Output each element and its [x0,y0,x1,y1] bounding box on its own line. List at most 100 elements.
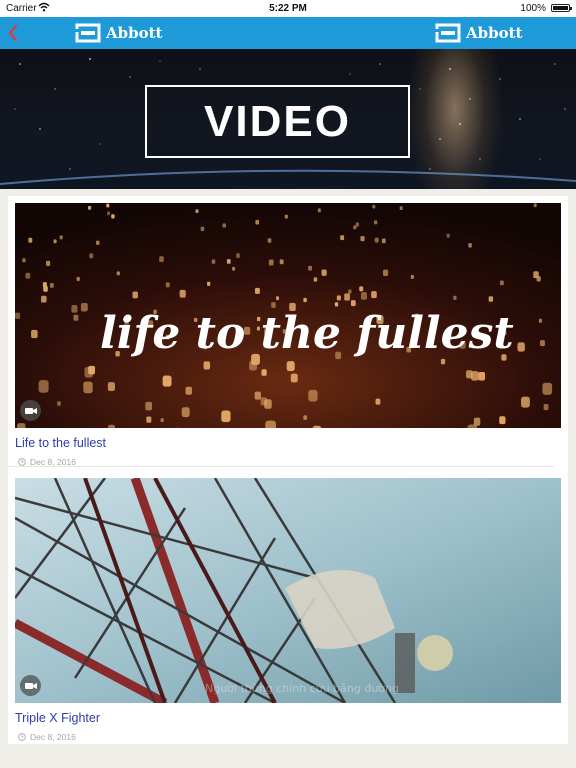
lantern-decoration [71,305,78,313]
lantern-decoration [344,293,350,301]
lantern-decoration [360,292,367,300]
clock-time: 5:22 PM [269,3,307,14]
abbott-logo-icon [435,23,461,43]
lantern-decoration [22,258,26,263]
lantern-decoration [146,416,152,423]
lantern-decoration [89,253,94,259]
lantern-decoration [31,329,38,339]
lantern-decoration [260,397,268,406]
lanterns-thumbnail-image: life to the fullest [15,203,561,428]
lantern-decoration [317,208,321,213]
lantern-decoration [107,382,115,391]
lantern-decoration [348,289,352,294]
lantern-decoration [308,389,318,402]
lantern-decoration [179,289,186,298]
hero-title: VIDEO [204,96,351,146]
lantern-decoration [207,281,211,286]
lantern-decoration [383,269,389,276]
lantern-decoration [540,340,545,347]
back-arrow-icon[interactable] [4,21,26,45]
lantern-decoration [80,302,88,312]
lantern-decoration [45,260,51,266]
lantern-decoration [165,282,170,288]
tower-thumbnail-image: Người thùng chính cứu bằng đường [15,478,561,703]
lantern-decoration [159,256,164,262]
lantern-decoration [221,410,231,423]
lantern-decoration [538,318,543,323]
hero-banner: VIDEO [0,49,576,189]
video-title-link[interactable]: Triple X Fighter [15,711,561,727]
lantern-decoration [373,220,378,225]
battery-icon [551,4,572,12]
lantern-decoration [116,271,120,276]
brand-name-right: Abbott [466,24,523,42]
lantern-decoration [185,386,192,395]
lantern-decoration [41,295,47,303]
lantern-decoration [440,358,446,365]
lantern-decoration [226,259,231,264]
lantern-decoration [268,259,274,266]
abbott-logo-icon [75,23,101,43]
lantern-decoration [350,300,356,307]
lantern-decoration [249,360,257,371]
lantern-decoration [181,407,190,418]
thumbnail-subtitle: Người thùng chính cứu bằng đường [205,682,399,695]
lantern-decoration [38,380,49,393]
video-title-link[interactable]: Life to the fullest [15,436,561,452]
video-thumbnail[interactable]: Người thùng chính cứu bằng đường [15,478,561,703]
lantern-decoration [222,223,226,228]
lantern-decoration [381,238,386,244]
lantern-decoration [261,369,267,376]
list-divider [8,466,554,467]
lantern-decoration [517,342,525,352]
video-list: life to the fullest Life to the fullest … [8,196,568,744]
lantern-decoration [375,398,381,405]
lantern-decoration [399,206,403,211]
lantern-decoration [533,271,539,279]
hero-title-frame: VIDEO [145,85,410,158]
lantern-decoration [353,225,357,230]
lantern-decoration [446,233,450,238]
lantern-decoration [478,371,486,381]
lantern-decoration [371,291,377,299]
video-camera-icon [20,400,41,421]
lantern-decoration [500,280,504,286]
lantern-decoration [267,238,272,243]
lantern-decoration [232,266,236,271]
video-meta: Dec 8, 2016 [15,732,561,742]
lantern-decoration [254,287,260,294]
lantern-decoration [308,265,312,271]
lantern-decoration [42,282,47,288]
lantern-decoration [17,423,26,428]
lantern-decoration [473,417,481,426]
video-card[interactable]: Người thùng chính cứu bằng đường Triple … [15,478,561,742]
lantern-decoration [83,381,93,394]
lantern-decoration [276,296,280,301]
lantern-decoration [303,297,307,303]
lantern-decoration [96,240,100,245]
lantern-decoration [340,235,345,241]
lantern-decoration [28,237,33,243]
lantern-decoration [336,295,341,301]
navigation-bar: Abbott Abbott [0,17,576,49]
lantern-decoration [471,371,479,381]
lantern-decoration [107,211,111,216]
lantern-decoration [15,312,21,319]
video-camera-icon [20,675,41,696]
lantern-decoration [488,296,494,302]
clock-icon [18,458,26,466]
lantern-decoration [543,404,549,411]
lantern-decoration [195,209,199,213]
lantern-decoration [279,259,284,265]
lantern-decoration [108,424,115,428]
lantern-decoration [106,203,110,208]
lantern-decoration [359,286,364,292]
lantern-decoration [533,203,537,208]
lantern-decoration [453,295,457,300]
thumbnail-caption: life to the fullest [100,308,514,359]
video-card[interactable]: life to the fullest Life to the fullest … [15,203,561,467]
lantern-decoration [313,277,318,282]
video-thumbnail[interactable]: life to the fullest [15,203,561,428]
lantern-decoration [499,416,506,425]
lantern-decoration [271,302,276,308]
